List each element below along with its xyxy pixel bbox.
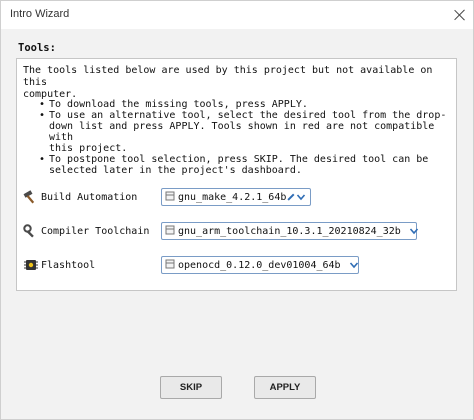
instruction-line: this project. xyxy=(49,143,128,154)
wrench-icon xyxy=(23,224,39,238)
instructions-list: To download the missing tools, press APP… xyxy=(39,99,449,176)
apply-button[interactable]: APPLY xyxy=(254,376,316,399)
instruction-line: To postpone tool selection, press SKIP. … xyxy=(49,154,429,165)
compiler-toolchain-value: gnu_arm_toolchain_10.3.1_20210824_32b xyxy=(178,225,401,237)
flashtool-value: openocd_0.12.0_dev01004_64b xyxy=(178,259,341,271)
chip-icon xyxy=(23,258,39,272)
package-icon xyxy=(165,225,175,238)
flashtool-select[interactable]: openocd_0.12.0_dev01004_64b xyxy=(161,256,359,274)
tool-label-compiler-toolchain: Compiler Toolchain xyxy=(41,225,150,237)
instruction-alternative: To use an alternative tool, select the d… xyxy=(39,110,449,154)
package-icon xyxy=(165,191,175,204)
chevron-down-icon[interactable] xyxy=(409,226,419,236)
tool-row-flashtool: Flashtool openocd_0.12.0_dev01004_64b xyxy=(23,256,448,274)
instruction-line: To download the missing tools, press APP… xyxy=(49,99,308,110)
window-title: Intro Wizard xyxy=(10,8,70,20)
gem-icon xyxy=(341,262,348,268)
instruction-postpone: To postpone tool selection, press SKIP. … xyxy=(39,154,449,176)
chevron-down-icon[interactable] xyxy=(296,192,306,202)
instruction-download: To download the missing tools, press APP… xyxy=(39,99,449,110)
hammer-icon xyxy=(23,190,39,204)
intro-line-1: The tools listed below are used by this … xyxy=(23,65,433,88)
close-icon[interactable] xyxy=(453,8,467,22)
tool-label-build-automation: Build Automation xyxy=(41,191,138,203)
intro-wizard-window: Intro Wizard Tools: The tools listed bel… xyxy=(0,0,474,420)
tool-label-flashtool: Flashtool xyxy=(41,259,96,271)
gem-icon xyxy=(401,228,408,234)
instruction-line: down list and press APPLY. Tools shown i… xyxy=(49,121,435,143)
instruction-line: selected later in the project's dashboar… xyxy=(49,165,302,176)
intro-text: The tools listed below are used by this … xyxy=(23,65,448,101)
tools-panel: The tools listed below are used by this … xyxy=(16,58,457,291)
tools-heading: Tools: xyxy=(18,42,56,54)
build-automation-select[interactable]: gnu_make_4.2.1_64b xyxy=(161,188,311,206)
tool-row-build-automation: Build Automation gnu_make_4.2.1_64b xyxy=(23,188,448,206)
build-automation-value: gnu_make_4.2.1_64b xyxy=(178,191,287,203)
title-bar: Intro Wizard xyxy=(1,1,473,29)
gem-icon xyxy=(287,193,295,201)
instruction-line: To use an alternative tool, select the d… xyxy=(49,110,447,121)
chevron-down-icon[interactable] xyxy=(349,260,359,270)
tool-row-compiler-toolchain: Compiler Toolchain gnu_arm_toolchain_10.… xyxy=(23,222,448,240)
skip-button[interactable]: SKIP xyxy=(160,376,222,399)
compiler-toolchain-select[interactable]: gnu_arm_toolchain_10.3.1_20210824_32b xyxy=(161,222,419,240)
package-icon xyxy=(165,259,175,272)
